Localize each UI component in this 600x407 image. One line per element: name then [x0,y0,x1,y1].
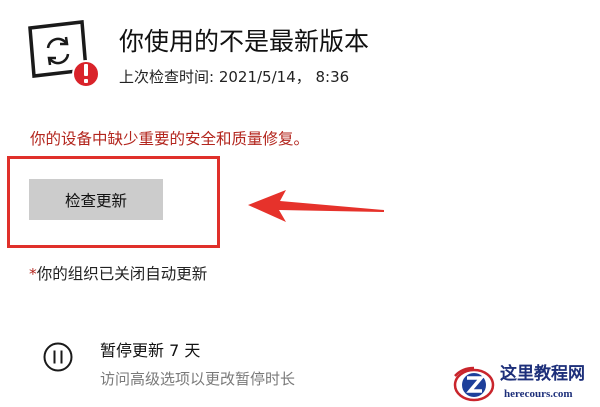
windows-update-page: 你使用的不是最新版本 上次检查时间: 2021/5/14， 8:36 你的设备中… [0,0,600,407]
missing-updates-warning: 你的设备中缺少重要的安全和质量修复。 [30,130,310,148]
watermark-url: herecours.com [504,388,573,400]
watermark-name: 这里教程网 [500,364,585,384]
check-updates-button[interactable]: 检查更新 [29,179,163,220]
pause-icon [43,342,73,372]
last-check-time: 上次检查时间: 2021/5/14， 8:36 [119,68,350,86]
pause-updates-option[interactable]: 暂停更新 7 天 访问高级选项以更改暂停时长 [38,336,438,396]
sync-warning-icon [28,20,100,88]
org-note-text: 你的组织已关闭自动更新 [36,265,208,283]
page-title: 你使用的不是最新版本 [119,27,370,56]
z-logo-icon [453,366,495,402]
asterisk: * [29,265,37,283]
pause-updates-subtitle: 访问高级选项以更改暂停时长 [100,370,296,388]
org-disabled-auto-update-note: *你的组织已关闭自动更新 [29,262,207,286]
watermark: 这里教程网 herecours.com [452,362,598,406]
red-arrow-icon [248,190,384,222]
pause-updates-title: 暂停更新 7 天 [100,341,201,360]
